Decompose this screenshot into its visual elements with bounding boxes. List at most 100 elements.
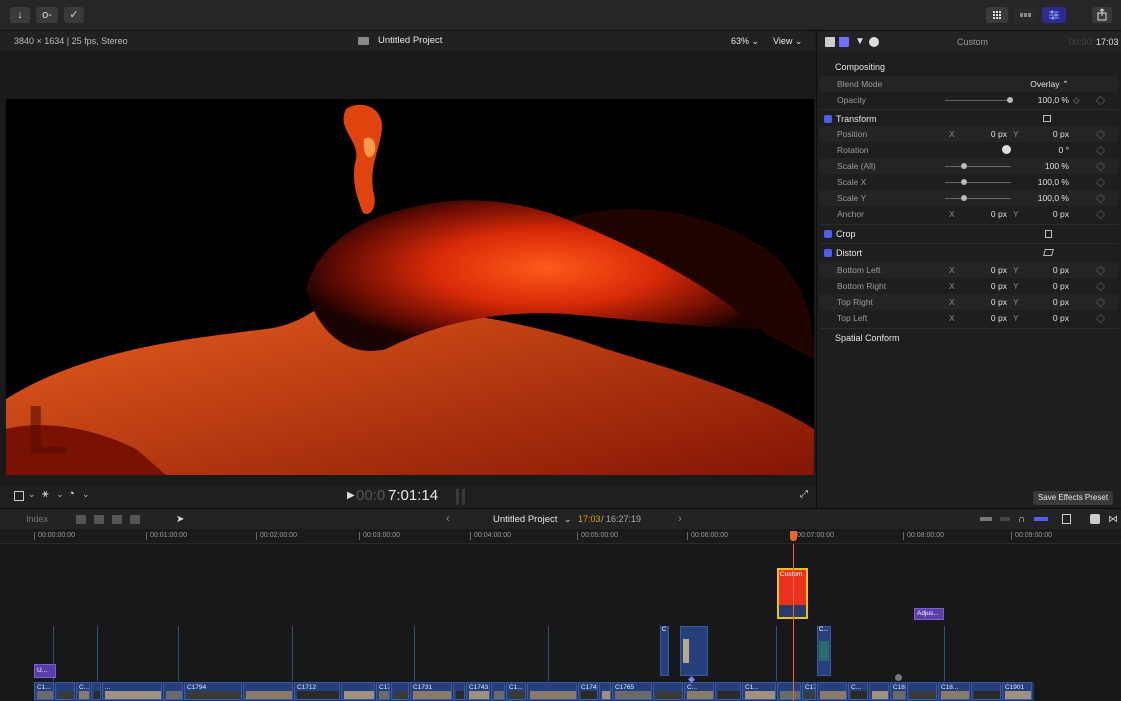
transform-checkbox[interactable] (824, 114, 832, 123)
enhance-wand-icon[interactable]: ⚹ (42, 488, 49, 501)
background-tasks-button[interactable]: ✓ (64, 7, 84, 23)
transform-onscreen-icon[interactable] (1043, 115, 1051, 122)
storyline-clip[interactable] (653, 682, 683, 700)
storyline-clip[interactable] (527, 682, 577, 700)
headphones-icon[interactable]: ∩ (1018, 509, 1025, 530)
storyline-clip[interactable]: C... (684, 682, 714, 700)
skimming-icon[interactable] (980, 517, 992, 521)
storyline-clip[interactable] (907, 682, 937, 700)
keyframe-icon[interactable] (1095, 281, 1106, 292)
storyline-clip[interactable] (599, 682, 611, 700)
storyline-clip[interactable] (243, 682, 293, 700)
storyline-clip[interactable]: C1... (34, 682, 54, 700)
storyline-clip[interactable] (715, 682, 741, 700)
view-menu[interactable]: View ⌄ (773, 31, 802, 51)
spatial-conform-section[interactable]: Spatial Conform (819, 328, 1118, 347)
storyline-clip[interactable]: C1712 (294, 682, 340, 700)
keyframe-icon[interactable] (1095, 313, 1106, 324)
opacity-slider[interactable] (945, 97, 1013, 103)
chevron-down-icon[interactable]: ⌄ (28, 489, 36, 500)
keyframe-icon[interactable] (1095, 161, 1106, 172)
timeline-toggle-button[interactable] (1014, 7, 1036, 23)
storyline-clip[interactable] (163, 682, 183, 700)
inspector-toggle-button[interactable] (1042, 7, 1066, 23)
distort-checkbox[interactable] (824, 248, 832, 257)
import-button[interactable]: ↓ (10, 7, 30, 23)
history-forward-button[interactable]: › (678, 509, 682, 530)
storyline-clip[interactable]: C1794 (184, 682, 242, 700)
keyframe-icon[interactable] (1095, 209, 1106, 220)
zoom-menu[interactable]: 63% ⌄ (731, 31, 759, 51)
keyframe-add-icon[interactable]: ◇ (1073, 92, 1080, 108)
connected-clip[interactable]: C... (817, 626, 831, 676)
blend-mode-popup[interactable]: Overlay ⌃ (999, 76, 1069, 92)
crop-section[interactable]: Crop (819, 224, 1118, 243)
save-effects-preset-button[interactable]: Save Effects Preset (1033, 491, 1113, 505)
play-icon[interactable]: ▶ (347, 490, 355, 501)
chevron-down-icon[interactable]: ⌄ (564, 509, 572, 530)
transform-tool-icon[interactable] (14, 491, 24, 501)
storyline-clip[interactable] (91, 682, 101, 700)
append-clip-icon[interactable] (76, 515, 86, 524)
storyline-clip[interactable]: C1897 (890, 682, 906, 700)
video-tab-icon[interactable] (825, 37, 835, 47)
chevron-down-icon[interactable]: ⌄ (82, 489, 90, 500)
select-tool-icon[interactable]: ➤ (176, 509, 184, 530)
filmstrip-tab-icon[interactable] (839, 37, 849, 47)
scale-all-slider[interactable] (945, 163, 1011, 169)
storyline-clip[interactable] (55, 682, 75, 700)
storyline-clip[interactable] (491, 682, 505, 700)
keyframe-icon[interactable] (1095, 297, 1106, 308)
storyline-clip[interactable]: C1717 (376, 682, 390, 700)
adjustment-clip[interactable]: Adjus... (914, 608, 944, 620)
storyline-clip[interactable]: C... (848, 682, 868, 700)
history-back-button[interactable]: ‹ (446, 509, 450, 530)
storyline-clip[interactable]: C1901 (1002, 682, 1032, 700)
connected-clip[interactable]: U... (34, 664, 56, 678)
storyline-clip[interactable]: C18... (938, 682, 970, 700)
connected-clip[interactable]: C (660, 626, 669, 676)
keyword-button[interactable]: o- (36, 7, 58, 23)
storyline-clip[interactable]: C1743 (466, 682, 490, 700)
share-button[interactable] (1092, 7, 1112, 23)
storyline-clip[interactable] (869, 682, 889, 700)
storyline-clip[interactable] (971, 682, 1001, 700)
clip-appearance-icon[interactable] (1062, 514, 1071, 524)
snapping-icon[interactable] (1034, 517, 1048, 521)
keyframe-icon[interactable] (1095, 177, 1106, 188)
storyline-clip[interactable]: C1731 (410, 682, 452, 700)
effects-browser-icon[interactable] (1090, 514, 1100, 524)
keyframe-icon[interactable] (1095, 265, 1106, 276)
color-tab-icon[interactable]: ▼ (855, 31, 865, 53)
keyframe-icon[interactable] (1095, 129, 1106, 140)
info-tab-icon[interactable] (869, 37, 879, 47)
playhead-handle[interactable] (790, 531, 797, 541)
opacity-value[interactable]: 100,0 % (1015, 92, 1069, 108)
overwrite-clip-icon[interactable] (130, 515, 140, 524)
audio-marker-icon[interactable] (895, 674, 902, 681)
timeline[interactable]: U... C C... Adjus... Custom C1... C......… (0, 544, 1121, 701)
audio-skimming-icon[interactable] (1000, 517, 1010, 521)
storyline-clip[interactable]: C... (76, 682, 90, 700)
storyline-clip[interactable]: C1765 (612, 682, 652, 700)
reset-icon[interactable] (1095, 95, 1106, 106)
speed-icon[interactable]: ◔ (68, 488, 75, 500)
storyline-clip[interactable] (453, 682, 465, 700)
storyline-clip[interactable] (777, 682, 801, 700)
index-button[interactable]: Index (26, 509, 48, 530)
keyframe-icon[interactable] (1095, 145, 1106, 156)
storyline-clip[interactable] (341, 682, 375, 700)
storyline-clip[interactable]: ... (102, 682, 162, 700)
distort-section[interactable]: Distort (819, 243, 1118, 262)
storyline-clip[interactable] (817, 682, 847, 700)
storyline-clip[interactable]: C1... (742, 682, 776, 700)
connected-clip[interactable] (680, 626, 708, 676)
chevron-down-icon[interactable]: ⌄ (56, 489, 64, 500)
transitions-browser-icon[interactable]: ⋈ (1108, 509, 1118, 530)
scale-x-slider[interactable] (945, 179, 1011, 185)
video-frame[interactable]: L (6, 99, 814, 475)
storyline-clip[interactable]: C1781 (802, 682, 816, 700)
fullscreen-icon[interactable]: ⤢ (800, 489, 808, 500)
storyline-clip[interactable]: C1... (506, 682, 526, 700)
keyframe-icon[interactable] (1095, 193, 1106, 204)
